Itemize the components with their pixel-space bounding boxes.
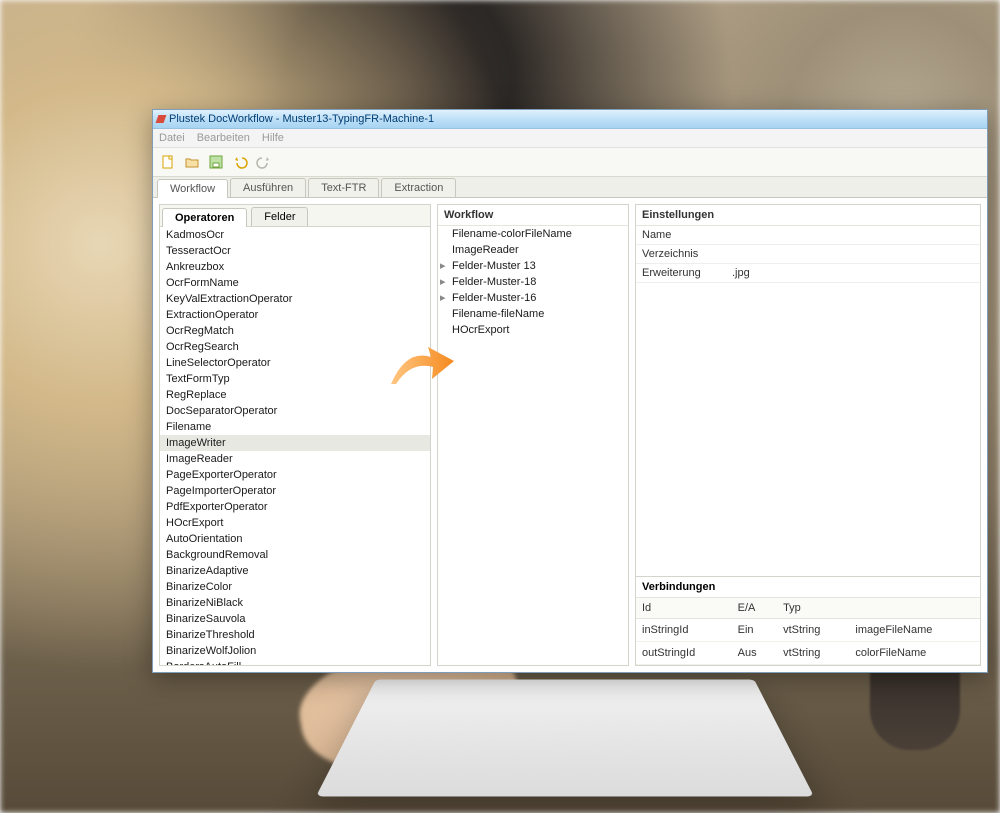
setting-row[interactable]: Erweiterung.jpg [636,264,980,283]
expand-icon[interactable]: ▸ [440,291,448,305]
operator-item[interactable]: PageExporterOperator [160,467,430,483]
operator-item[interactable]: AutoOrientation [160,531,430,547]
operator-item[interactable]: Filename [160,419,430,435]
operator-item[interactable]: DocSeparatorOperator [160,403,430,419]
open-folder-icon[interactable] [183,153,201,171]
table-row[interactable]: inStringIdEinvtStringimageFileName [636,619,980,642]
menubar: Datei Bearbeiten Hilfe [153,129,987,148]
setting-key: Name [636,226,726,244]
operator-item[interactable]: OcrFormName [160,275,430,291]
titlebar[interactable]: Plustek DocWorkflow - Muster13-TypingFR-… [153,110,987,129]
operator-item[interactable]: LineSelectorOperator [160,355,430,371]
app-window: Plustek DocWorkflow - Muster13-TypingFR-… [152,109,988,673]
expand-icon[interactable]: ▸ [440,259,448,273]
setting-value[interactable] [726,245,980,263]
table-row[interactable]: outStringIdAusvtStringcolorFileName [636,642,980,665]
workspace: Operatoren Felder KadmosOcrTesseractOcrA… [153,198,987,672]
operators-sub-tabs: Operatoren Felder [160,205,430,227]
sub-tab-felder[interactable]: Felder [251,207,308,226]
redo-icon[interactable] [255,153,273,171]
operator-item[interactable]: ImageReader [160,451,430,467]
save-icon[interactable] [207,153,225,171]
workflow-item[interactable]: Filename-colorFileName [438,226,628,242]
workflow-item[interactable]: ▸Felder-Muster-18 [438,274,628,290]
background-laptop [316,680,814,797]
conn-col-typ[interactable]: Typ [777,598,849,619]
workflow-item[interactable]: HOcrExport [438,322,628,338]
undo-icon[interactable] [231,153,249,171]
operator-item[interactable]: OcrRegSearch [160,339,430,355]
menu-datei[interactable]: Datei [159,132,185,144]
operators-list[interactable]: KadmosOcrTesseractOcrAnkreuzboxOcrFormNa… [160,227,430,665]
setting-key: Verzeichnis [636,245,726,263]
operator-item[interactable]: ExtractionOperator [160,307,430,323]
conn-col-extra[interactable] [849,598,980,619]
sub-tab-operatoren[interactable]: Operatoren [162,208,247,227]
setting-row[interactable]: Verzeichnis [636,245,980,264]
workflow-item[interactable]: ImageReader [438,242,628,258]
operator-item[interactable]: PageImporterOperator [160,483,430,499]
setting-value[interactable] [726,226,980,244]
connections-header: Verbindungen [636,576,980,598]
operator-item[interactable]: ImageWriter [160,435,430,451]
workflow-item[interactable]: Filename-fileName [438,306,628,322]
toolbar [153,148,987,177]
new-file-icon[interactable] [159,153,177,171]
menu-hilfe[interactable]: Hilfe [262,132,284,144]
connections-table: Id E/A Typ inStringIdEinvtStringimageFil… [636,598,980,665]
operator-item[interactable]: BinarizeThreshold [160,627,430,643]
operator-item[interactable]: KadmosOcr [160,227,430,243]
properties-pane: Einstellungen NameVerzeichnisErweiterung… [635,204,981,666]
expand-icon[interactable]: ▸ [440,275,448,289]
operator-item[interactable]: KeyValExtractionOperator [160,291,430,307]
operator-item[interactable]: PdfExporterOperator [160,499,430,515]
operator-item[interactable]: Ankreuzbox [160,259,430,275]
operators-pane: Operatoren Felder KadmosOcrTesseractOcrA… [159,204,431,666]
conn-col-ea[interactable]: E/A [732,598,777,619]
tab-ausfuehren[interactable]: Ausführen [230,178,306,197]
operator-item[interactable]: BinarizeSauvola [160,611,430,627]
setting-key: Erweiterung [636,264,726,282]
operator-item[interactable]: OcrRegMatch [160,323,430,339]
operator-item[interactable]: HOcrExport [160,515,430,531]
app-icon [156,115,167,123]
operator-item[interactable]: TesseractOcr [160,243,430,259]
operator-item[interactable]: BinarizeNiBlack [160,595,430,611]
setting-row[interactable]: Name [636,226,980,245]
operator-item[interactable]: BinarizeWolfJolion [160,643,430,659]
settings-list: NameVerzeichnisErweiterung.jpg [636,226,980,283]
settings-header: Einstellungen [636,205,980,226]
tab-extraction[interactable]: Extraction [381,178,456,197]
operator-item[interactable]: BackgroundRemoval [160,547,430,563]
operator-item[interactable]: TextFormTyp [160,371,430,387]
workflow-pane: Workflow Filename-colorFileNameImageRead… [437,204,629,666]
operator-item[interactable]: RegReplace [160,387,430,403]
main-tabs: Workflow Ausführen Text-FTR Extraction [153,177,987,198]
workflow-tree[interactable]: Filename-colorFileNameImageReader▸Felder… [438,226,628,665]
operator-item[interactable]: BinarizeAdaptive [160,563,430,579]
operator-item[interactable]: BordersAutoFill [160,659,430,665]
workflow-item[interactable]: ▸Felder-Muster-16 [438,290,628,306]
setting-value[interactable]: .jpg [726,264,980,282]
menu-bearbeiten[interactable]: Bearbeiten [197,132,250,144]
operator-item[interactable]: BinarizeColor [160,579,430,595]
conn-col-id[interactable]: Id [636,598,732,619]
workflow-header: Workflow [438,205,628,226]
workflow-item[interactable]: ▸Felder-Muster 13 [438,258,628,274]
tab-workflow[interactable]: Workflow [157,179,228,198]
window-title: Plustek DocWorkflow - Muster13-TypingFR-… [169,113,434,125]
tab-text-ftr[interactable]: Text-FTR [308,178,379,197]
